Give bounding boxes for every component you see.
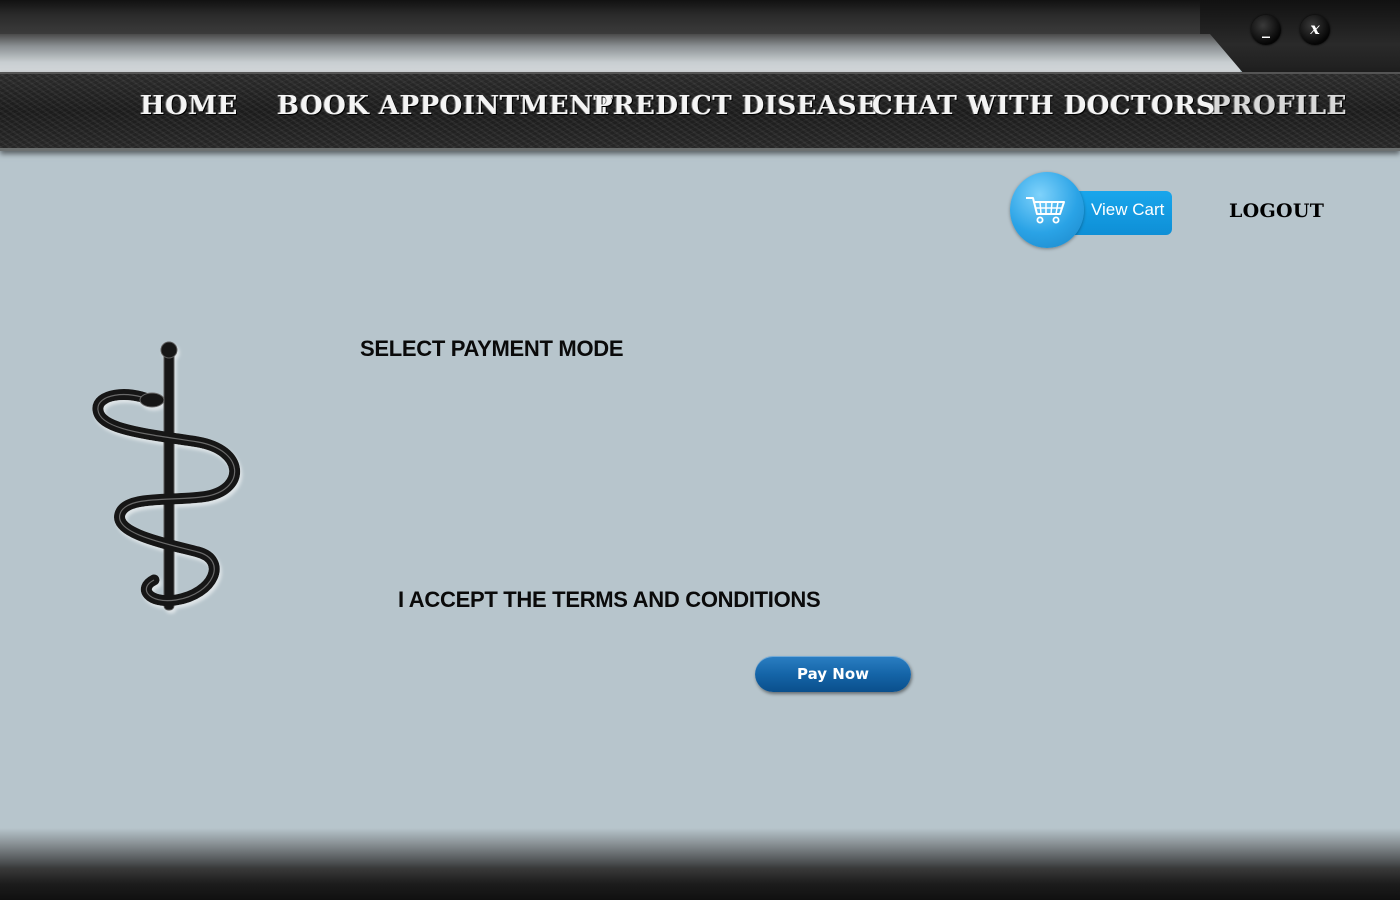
nav-item-book-appointment[interactable]: BOOK APPOINTMENT: [277, 91, 613, 121]
minimize-button[interactable]: _: [1251, 15, 1281, 45]
main-nav: HOME BOOK APPOINTMENT PREDICT DISEASE CH…: [0, 72, 1400, 151]
app-window: _ x HOME BOOK APPOINTMENT PREDICT DISEAS…: [0, 0, 1400, 900]
nav-item-chat-with-doctors[interactable]: CHAT WITH DOCTORS: [872, 91, 1216, 121]
nav-item-profile[interactable]: PROFILE: [1211, 91, 1347, 121]
bottom-frame: [0, 868, 1400, 900]
top-bevel: [0, 34, 1240, 74]
payment-mode-title: SELECT PAYMENT MODE: [360, 336, 624, 361]
view-cart-label: View Cart: [1091, 200, 1165, 219]
nav-item-predict-disease[interactable]: PREDICT DISEASE: [593, 91, 877, 121]
top-frame: [0, 0, 1400, 36]
shopping-cart-icon: [1026, 197, 1065, 224]
bottom-bevel: [0, 828, 1400, 872]
pay-now-button[interactable]: Pay Now: [755, 656, 911, 692]
view-cart-button[interactable]: View Cart: [1010, 172, 1174, 250]
caduceus-icon: [92, 341, 240, 611]
logout-link[interactable]: LOGOUT: [1229, 200, 1324, 222]
cart-circle: [1010, 172, 1084, 248]
close-button[interactable]: x: [1300, 15, 1330, 45]
terms-checkbox-label[interactable]: I ACCEPT THE TERMS AND CONDITIONS: [398, 587, 821, 613]
nav-item-home[interactable]: HOME: [140, 91, 238, 121]
